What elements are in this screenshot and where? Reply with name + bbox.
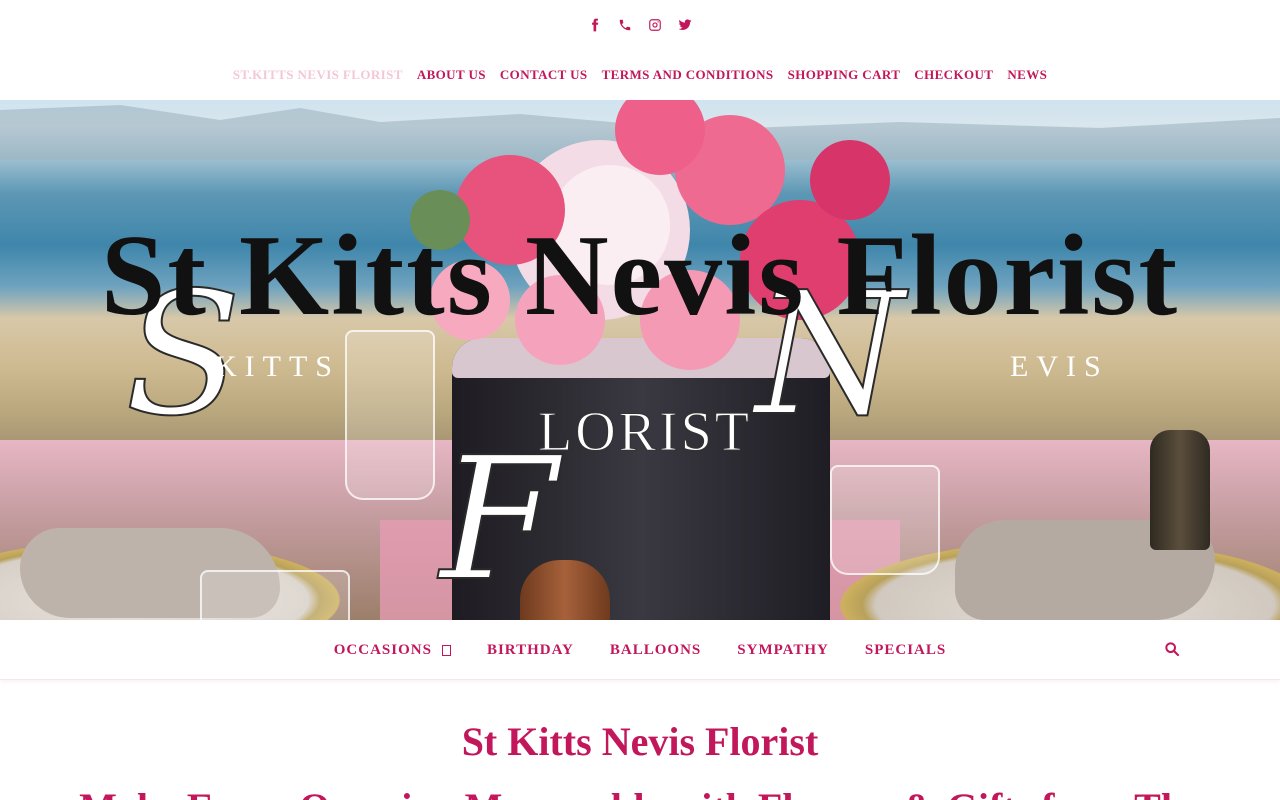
site-title[interactable]: St Kitts Nevis Florist (0, 218, 1280, 334)
instagram-icon[interactable] (648, 18, 662, 32)
top-nav-news[interactable]: NEWS (1007, 67, 1047, 83)
hero-glass-right (830, 465, 940, 575)
main-nav-specials[interactable]: SPECIALS (865, 642, 946, 659)
page-title: St Kitts Nevis Florist (461, 719, 819, 764)
hero-bottle (1150, 430, 1210, 550)
top-nav-checkout[interactable]: CHECKOUT (914, 67, 993, 83)
phone-icon[interactable] (618, 18, 632, 32)
top-nav-contact-us[interactable]: CONTACT US (500, 67, 588, 83)
page-subtitle: Make Every Occasion Memorable with Flowe… (0, 784, 1280, 800)
main-nav-occasions[interactable]: OCCASIONS (334, 642, 451, 659)
logo-kitts-text: KITTS (215, 350, 340, 383)
chevron-down-icon (441, 644, 451, 656)
logo-evis-text: EVIS (1010, 350, 1109, 383)
main-navigation: OCCASIONS BIRTHDAY BALLOONS SYMPATHY SPE… (0, 620, 1280, 680)
twitter-icon[interactable] (678, 18, 692, 32)
top-nav-shopping-cart[interactable]: SHOPPING CART (788, 67, 901, 83)
main-nav-items: OCCASIONS BIRTHDAY BALLOONS SYMPATHY SPE… (0, 620, 1280, 680)
top-nav-about-us[interactable]: ABOUT US (417, 67, 486, 83)
main-nav-birthday[interactable]: BIRTHDAY (487, 642, 574, 659)
main-nav-occasions-label: OCCASIONS (333, 641, 432, 658)
main-nav-balloons[interactable]: BALLOONS (610, 642, 701, 659)
hero-banner: S N F KITTS EVIS LORIST St Kitts Nevis F… (0, 100, 1280, 620)
top-nav-home[interactable]: ST.KITTS NEVIS FLORIST (233, 67, 403, 83)
main-nav-sympathy[interactable]: SYMPATHY (737, 642, 829, 659)
search-icon[interactable] (1164, 641, 1182, 659)
facebook-icon[interactable] (588, 18, 602, 32)
social-bar (0, 0, 1280, 50)
hero-wine-glass (345, 330, 435, 500)
top-nav-terms[interactable]: TERMS AND CONDITIONS (602, 67, 774, 83)
hero-flower-box (452, 338, 830, 620)
logo-florist-text: LORIST (538, 401, 752, 464)
hero-glass-left (200, 570, 350, 620)
top-navigation: ST.KITTS NEVIS FLORIST ABOUT US CONTACT … (0, 62, 1280, 88)
